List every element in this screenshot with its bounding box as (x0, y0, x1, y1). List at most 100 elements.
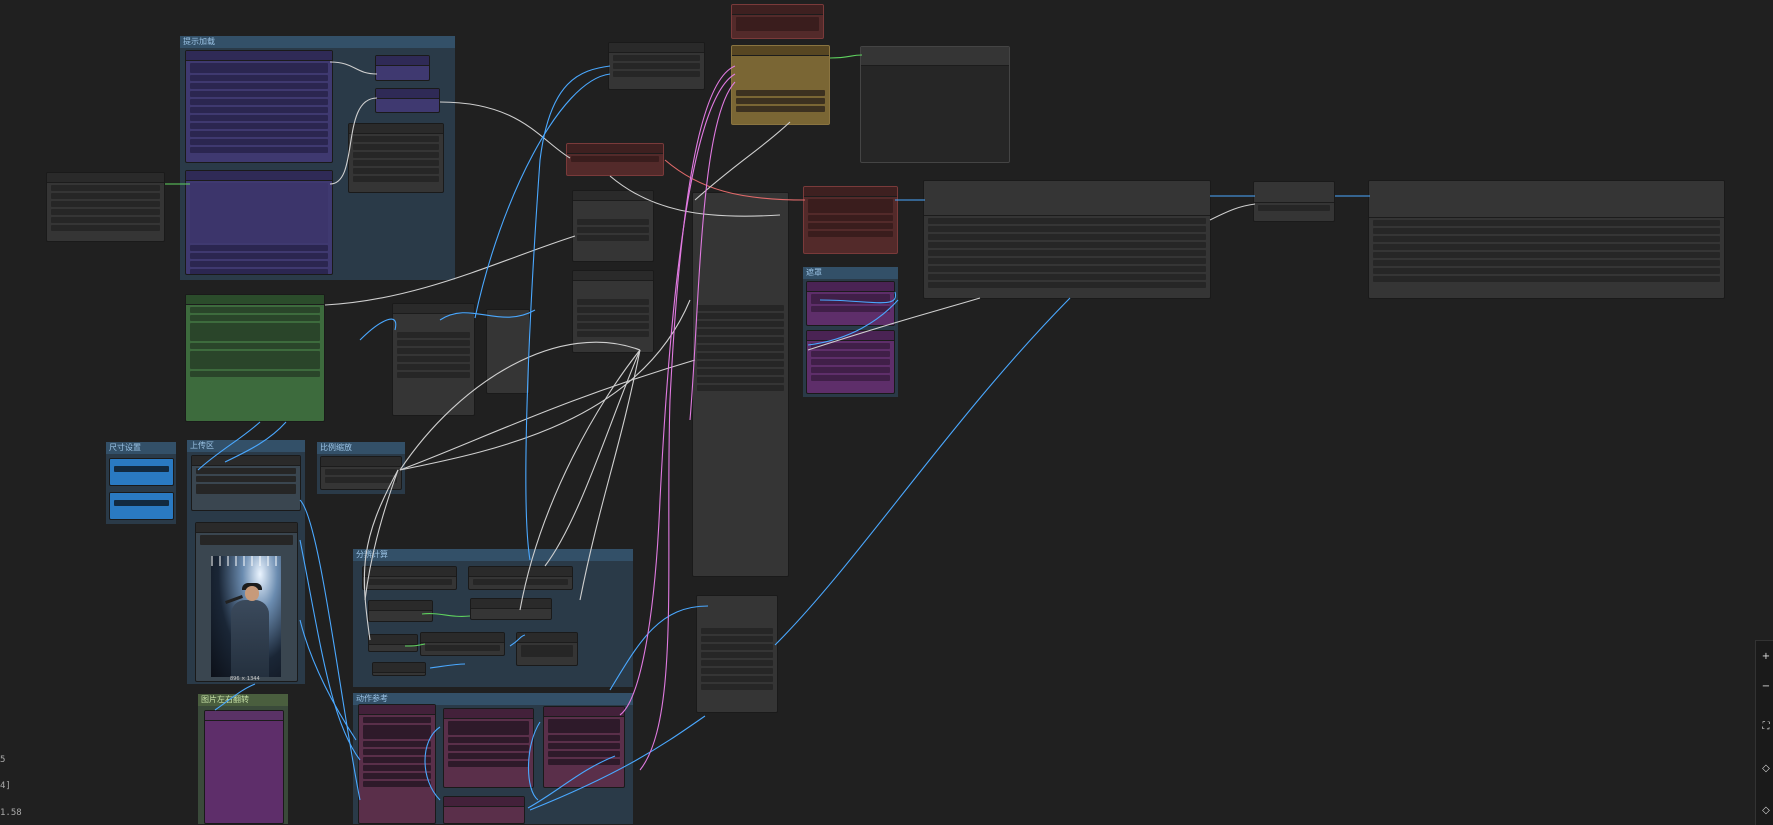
node-right-small[interactable] (1253, 181, 1335, 222)
node-prompt-settings[interactable] (348, 123, 444, 193)
node-graph-canvas[interactable]: 提示加载 尺寸设置 上传区 比例缩放 分辨计算 图片左右翻转 动作参考 遮罩 8… (0, 0, 1773, 825)
node-header[interactable] (321, 457, 401, 467)
canvas-controls: + − ⛶ ◇ ◇ (1755, 640, 1773, 825)
node-header[interactable] (487, 310, 529, 319)
group-title[interactable]: 遮罩 (803, 267, 898, 279)
node-mid-c[interactable] (572, 190, 654, 262)
node-header[interactable] (349, 124, 443, 134)
node-header[interactable] (376, 56, 429, 66)
node-res-f[interactable] (420, 632, 505, 656)
node-loader-left[interactable] (46, 172, 165, 242)
group-title[interactable]: 提示加载 (180, 36, 455, 48)
node-header[interactable] (192, 456, 300, 466)
node-header[interactable] (609, 43, 704, 53)
node-right-large[interactable] (923, 180, 1211, 299)
node-width[interactable] (109, 458, 174, 486)
node-top-red[interactable] (731, 4, 824, 39)
group-title[interactable]: 比例缩放 (317, 442, 405, 454)
status-line-1: 5 (0, 755, 6, 765)
node-green-settings[interactable] (185, 294, 325, 422)
node-red-small[interactable] (566, 143, 664, 176)
node-res-e[interactable] (368, 634, 418, 652)
node-header[interactable] (807, 282, 894, 292)
node-header[interactable] (110, 459, 173, 462)
node-header[interactable] (573, 271, 653, 281)
node-action-b[interactable] (443, 708, 534, 788)
lock-icon[interactable]: ◇ (1760, 763, 1772, 775)
node-header[interactable] (369, 601, 432, 611)
zoom-out-icon[interactable]: − (1760, 681, 1772, 693)
node-res-a[interactable] (362, 566, 457, 590)
node-mid-d[interactable] (572, 270, 654, 353)
node-header[interactable] (1254, 182, 1334, 203)
node-header[interactable] (421, 633, 504, 643)
node-header[interactable] (369, 635, 417, 645)
node-res-d[interactable] (470, 598, 552, 620)
node-header[interactable] (924, 181, 1210, 216)
node-header[interactable] (573, 191, 653, 201)
node-prompt-small-b[interactable] (375, 88, 440, 113)
node-save-image[interactable] (1368, 180, 1725, 299)
group-title[interactable]: 分辨计算 (353, 549, 633, 561)
node-res-h[interactable] (372, 662, 426, 676)
node-action-d[interactable] (443, 796, 525, 824)
node-header[interactable] (1369, 181, 1724, 218)
node-preview-top[interactable] (860, 46, 1010, 163)
node-header[interactable] (444, 797, 524, 807)
node-header[interactable] (186, 295, 324, 305)
node-res-g[interactable] (516, 632, 578, 666)
group-title[interactable]: 图片左右翻转 (198, 694, 288, 706)
image-size-caption: 896 × 1344 (230, 676, 260, 682)
node-text-prompt-b[interactable] (185, 170, 333, 275)
node-header[interactable] (693, 193, 788, 303)
node-upload-settings[interactable] (191, 455, 301, 511)
node-action-c[interactable] (543, 706, 625, 788)
node-red-right[interactable] (803, 186, 898, 254)
node-header[interactable] (732, 46, 829, 56)
node-header[interactable] (376, 89, 439, 99)
node-mask-a[interactable] (806, 281, 895, 326)
node-header[interactable] (861, 47, 1009, 66)
zoom-in-icon[interactable]: + (1760, 651, 1772, 663)
status-line-3: 1.58 (0, 808, 22, 818)
node-header[interactable] (110, 493, 173, 496)
node-header[interactable] (804, 187, 897, 197)
node-header[interactable] (363, 567, 456, 577)
node-header[interactable] (517, 633, 577, 643)
node-header[interactable] (196, 523, 297, 533)
node-mid-a[interactable] (392, 303, 475, 416)
node-header[interactable] (567, 144, 663, 154)
node-action-a[interactable] (358, 704, 436, 824)
node-res-c[interactable] (368, 600, 433, 622)
node-header[interactable] (697, 596, 777, 626)
node-height[interactable] (109, 492, 174, 520)
node-header[interactable] (359, 705, 435, 715)
node-header[interactable] (186, 171, 332, 181)
node-gold[interactable] (731, 45, 830, 125)
node-header[interactable] (544, 707, 624, 717)
node-header[interactable] (373, 663, 425, 673)
node-text-prompt-a[interactable] (185, 50, 333, 163)
node-mid-b[interactable] (486, 309, 530, 394)
node-mask-b[interactable] (806, 330, 895, 394)
node-scale[interactable] (320, 456, 402, 490)
group-title[interactable]: 尺寸设置 (106, 442, 176, 454)
node-header[interactable] (732, 5, 823, 15)
node-lower-mid[interactable] (696, 595, 778, 713)
node-header[interactable] (807, 331, 894, 341)
group-title[interactable]: 上传区 (187, 440, 305, 452)
node-header[interactable] (186, 51, 332, 61)
node-flip[interactable] (204, 710, 284, 824)
node-prompt-small-a[interactable] (375, 55, 430, 81)
node-header[interactable] (469, 567, 572, 577)
node-res-b[interactable] (468, 566, 573, 590)
node-header[interactable] (444, 709, 533, 719)
node-sampler[interactable] (692, 192, 789, 577)
link-visibility-icon[interactable]: ◇ (1760, 805, 1772, 817)
node-header[interactable] (393, 304, 474, 314)
node-header[interactable] (471, 599, 551, 609)
node-top-a[interactable] (608, 42, 705, 90)
fit-view-icon[interactable]: ⛶ (1760, 721, 1772, 733)
node-header[interactable] (47, 173, 164, 183)
node-header[interactable] (205, 711, 283, 721)
